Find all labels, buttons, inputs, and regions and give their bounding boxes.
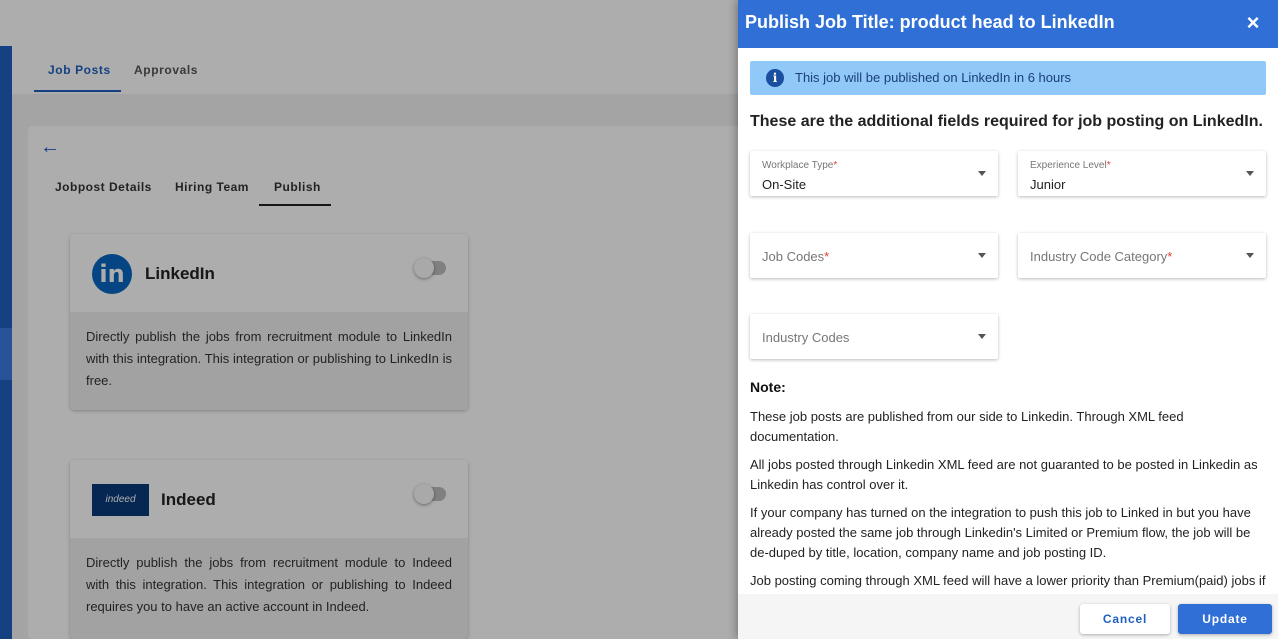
workplace-type-select[interactable]: Workplace Type* On-Site <box>750 151 998 196</box>
note-paragraph: If your company has turned on the integr… <box>750 505 1251 560</box>
close-icon[interactable]: × <box>1242 12 1264 34</box>
info-alert: i This job will be published on LinkedIn… <box>750 61 1266 95</box>
drawer-body[interactable]: i This job will be published on LinkedIn… <box>738 48 1278 594</box>
field-label: Experience Level* <box>1030 160 1111 171</box>
field-value: On-Site <box>762 177 807 192</box>
note-paragraph: These job posts are published from our s… <box>750 409 1184 444</box>
field-value: Junior <box>1030 177 1066 192</box>
industry-code-category-select[interactable]: Industry Code Category* <box>1018 233 1266 278</box>
field-label: Workplace Type* <box>762 160 838 171</box>
update-button[interactable]: Update <box>1178 604 1272 634</box>
drawer-title: Publish Job Title: product head to Linke… <box>745 12 1115 32</box>
job-codes-select[interactable]: Job Codes* <box>750 233 998 278</box>
chevron-down-icon <box>978 171 986 176</box>
field-placeholder: Industry Code Category* <box>1030 249 1173 264</box>
section-heading: These are the additional fields required… <box>750 113 1263 130</box>
publish-drawer: Publish Job Title: product head to Linke… <box>738 0 1278 639</box>
cancel-button[interactable]: Cancel <box>1080 604 1170 634</box>
drawer-header: Publish Job Title: product head to Linke… <box>738 0 1278 48</box>
drawer-footer: Cancel Update <box>738 594 1278 639</box>
note-paragraphs: These job posts are published from our s… <box>750 407 1266 594</box>
info-alert-text: This job will be published on LinkedIn i… <box>795 70 1072 85</box>
chevron-down-icon <box>978 334 986 339</box>
experience-level-select[interactable]: Experience Level* Junior <box>1018 151 1266 196</box>
chevron-down-icon <box>1246 171 1254 176</box>
chevron-down-icon <box>1246 253 1254 258</box>
field-placeholder: Job Codes* <box>762 249 830 264</box>
chevron-down-icon <box>978 253 986 258</box>
info-icon: i <box>766 69 784 87</box>
note-paragraph: All jobs posted through Linkedin XML fee… <box>750 457 1258 492</box>
field-placeholder: Industry Codes <box>762 330 850 345</box>
note-heading: Note: <box>750 379 786 395</box>
note-paragraph: Job posting coming through XML feed will… <box>750 573 1266 588</box>
industry-codes-select[interactable]: Industry Codes <box>750 314 998 359</box>
